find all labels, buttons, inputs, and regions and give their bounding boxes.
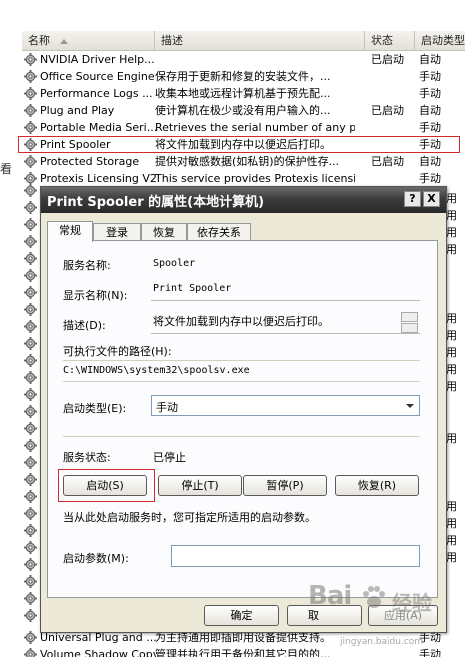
service-gear-icon — [24, 201, 37, 214]
table-row[interactable]: Volume Shadow Copy 管理并执行用于备份和其它目的的... 手动 — [22, 646, 465, 657]
service-gear-icon — [24, 371, 37, 384]
column-header-name[interactable]: 名称 — [22, 31, 155, 50]
startup-column-peek: 用 用 用 用 用 用 用 用 用 用 用 用 用 用 — [446, 192, 457, 564]
service-gear-icon — [24, 388, 37, 401]
hidden-row-gears — [22, 184, 40, 624]
service-gear-icon — [24, 138, 37, 151]
tab-logon[interactable]: 登录 — [93, 223, 141, 241]
service-gear-icon — [24, 87, 37, 100]
watermark-url: jingyan.baidu.com — [340, 637, 424, 647]
service-gear-icon — [24, 184, 37, 197]
service-gear-icon — [24, 320, 37, 333]
service-gear-icon — [24, 422, 37, 435]
scroll-down-arrow[interactable] — [401, 323, 418, 333]
table-row-print-spooler[interactable]: Print Spooler 将文件加载到内存中以便迟后打印。 手动 — [18, 136, 460, 153]
edge-char: 看 — [0, 162, 13, 176]
chevron-down-icon — [406, 404, 414, 408]
service-gear-icon — [24, 354, 37, 367]
service-name-label: 服务名称: — [63, 259, 111, 272]
service-gear-icon — [24, 648, 37, 657]
service-name-value: Spooler — [153, 258, 196, 269]
resume-button[interactable]: 恢复(R) — [335, 475, 419, 496]
description-field[interactable]: 将文件加载到内存中以便迟后打印。 — [151, 311, 420, 334]
exe-path-label: 可执行文件的路径(H): — [63, 345, 172, 358]
start-params-label: 启动参数(M): — [63, 552, 129, 565]
service-gear-icon — [24, 490, 37, 503]
service-gear-icon — [24, 235, 37, 248]
table-row[interactable]: Portable Media Seri... Retrieves the seri… — [22, 119, 465, 136]
startup-type-select[interactable]: 手动 — [151, 395, 420, 416]
service-gear-icon — [24, 439, 37, 452]
column-header-status[interactable]: 状态 — [365, 31, 415, 50]
tab-panel-general: 服务名称: Spooler 显示名称(N): Print Spooler 描述(… — [47, 240, 438, 598]
tab-recovery[interactable]: 恢复 — [141, 223, 187, 241]
service-gear-icon — [24, 405, 37, 418]
table-row[interactable]: Performance Logs ... 收集本地或远程计算机基于预先配... 手… — [22, 85, 465, 102]
service-gear-icon — [24, 104, 37, 117]
service-gear-icon — [24, 592, 37, 605]
service-gear-icon — [24, 252, 37, 265]
table-row[interactable]: Plug and Play 使计算机在极少或没有用户输入的... 已启动 自动 — [22, 102, 465, 119]
start-params-hint: 当从此处启动服务时，您可指定所适用的启动参数。 — [63, 511, 316, 524]
startup-type-label: 启动类型(E): — [63, 402, 127, 415]
service-gear-icon — [24, 575, 37, 588]
service-gear-icon — [24, 541, 37, 554]
baidu-paw-icon — [363, 586, 385, 608]
tab-general[interactable]: 常规 — [47, 221, 93, 242]
pause-button[interactable]: 暂停(P) — [243, 475, 327, 496]
service-status-value: 已停止 — [153, 451, 186, 464]
display-name-label: 显示名称(N): — [63, 289, 128, 302]
service-gear-icon — [24, 70, 37, 83]
exe-path-value: C:\WINDOWS\system32\spoolsv.exe — [63, 365, 250, 376]
ok-button[interactable]: 确定 — [204, 605, 279, 626]
start-button[interactable]: 启动(S) — [63, 475, 147, 496]
column-header-startup-type[interactable]: 启动类型 — [415, 31, 465, 50]
service-gear-icon — [24, 303, 37, 316]
description-label: 描述(D): — [63, 319, 106, 332]
dialog-title: Print Spooler 的属性(本地计算机) — [47, 195, 265, 210]
watermark-text-2: 经验 — [392, 591, 432, 615]
service-gear-icon — [24, 337, 37, 350]
list-header: 名称 描述 状态 启动类型 — [22, 31, 465, 51]
display-name-field[interactable]: Print Spooler — [151, 279, 420, 301]
service-gear-icon — [24, 631, 37, 644]
service-status-label: 服务状态: — [63, 451, 111, 464]
table-row[interactable]: NVIDIA Driver Help... 已启动 自动 — [22, 51, 465, 68]
help-button[interactable]: ? — [404, 191, 421, 207]
service-gear-icon — [24, 218, 37, 231]
service-gear-icon — [24, 155, 37, 168]
service-gear-icon — [24, 121, 37, 134]
divider — [63, 436, 420, 437]
service-gear-icon — [24, 507, 37, 520]
service-gear-icon — [24, 269, 37, 282]
close-button[interactable]: X — [423, 191, 440, 207]
tab-dependencies[interactable]: 依存关系 — [187, 223, 251, 241]
service-gear-icon — [24, 473, 37, 486]
start-params-input[interactable] — [171, 545, 420, 567]
table-row[interactable]: Protected Storage 提供对敏感数据(如私钥)的保护性存... 已启… — [22, 153, 465, 170]
service-gear-icon — [24, 524, 37, 537]
watermark-text: Bai — [308, 581, 352, 611]
exe-path-underline — [63, 360, 420, 361]
table-row[interactable]: Protexis Licensing V2 This service provid… — [22, 170, 465, 187]
stop-button[interactable]: 停止(T) — [158, 475, 242, 496]
service-gear-icon — [24, 609, 37, 622]
service-gear-icon — [24, 558, 37, 571]
service-gear-icon — [24, 456, 37, 469]
table-row[interactable]: Office Source Engine 保存用于更新和修复的安装文件，... 手… — [22, 68, 465, 85]
divider — [63, 381, 420, 382]
scroll-up-arrow[interactable] — [401, 312, 418, 322]
service-gear-icon — [24, 53, 37, 66]
sort-ascending-icon — [60, 38, 68, 44]
properties-dialog: Print Spooler 的属性(本地计算机) ? X 常规 登录 恢复 依存… — [40, 186, 447, 633]
dialog-titlebar[interactable]: Print Spooler 的属性(本地计算机) ? X — [41, 187, 446, 213]
column-header-description[interactable]: 描述 — [155, 31, 365, 50]
service-gear-icon — [24, 286, 37, 299]
